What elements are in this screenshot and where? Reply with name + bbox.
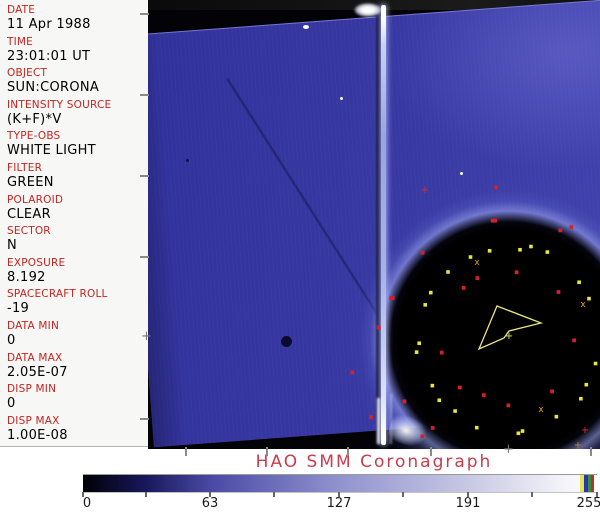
colorbar-tick-label: 0 [82,496,92,511]
field-label: DATA MAX [7,351,63,364]
colorbar-tick [273,492,276,497]
field-label: DISP MAX [7,414,60,427]
metadata-field: SPACECRAFT ROLL -19 [7,288,148,320]
field-value: 11 Apr 1988 [7,17,91,32]
colorbar-tick-label: 127 [326,496,352,511]
image-spot [460,172,463,175]
metadata-field: INTENSITY SOURCE (K+F)*V [7,99,148,131]
field-label: FILTER [7,161,43,174]
field-value: 0 [7,332,16,348]
metadata-field: DISP MAX 1.00E-08 [7,415,148,447]
field-label: DATE [7,4,36,16]
metadata-field: DATA MAX 2.05E-07 [7,352,148,384]
field-label: DISP MIN [7,383,57,396]
image-spot [303,25,309,29]
field-value: CLEAR [7,206,51,222]
field-value: SUN:CORONA [7,80,100,96]
ruler-plus-mark: + [141,329,152,344]
metadata-field: DATA MIN 0 [7,320,148,352]
image-spot [340,97,343,100]
field-label: TYPE-OBS [7,130,61,143]
field-value: N [7,238,18,254]
field-label: TIME [7,35,34,48]
metadata-field: TIME 23:01:01 UT [7,36,148,68]
image-spot [186,159,189,162]
metadata-field: EXPOSURE 8.192 [7,257,148,289]
coronagraph-viewer-window: DATE 11 Apr 1988 TIME 23:01:01 UT OBJECT… [0,0,600,512]
field-value: 8.192 [7,269,46,285]
bright-line-bottom-streak [377,398,380,444]
colorbar-marker-stripe [591,475,594,492]
field-label: SPACECRAFT ROLL [7,288,108,301]
field-label: DATA MIN [7,319,59,332]
ruler-tick [140,94,149,96]
ruler-tick [185,447,187,456]
field-value: -19 [7,301,30,317]
colorbar-tick-label: 63 [201,496,219,511]
metadata-field: OBJECT SUN:CORONA [7,67,148,99]
metadata-field: DISP MIN 0 [7,383,148,415]
metadata-field: FILTER GREEN [7,162,148,194]
ruler-tick [266,447,268,456]
image-viewport: x x x + + + + [148,0,600,449]
field-value: GREEN [7,174,54,190]
ruler-tick [140,13,149,15]
ruler-tick [140,175,149,177]
field-label: POLAROID [7,193,64,206]
field-label: INTENSITY SOURCE [7,98,112,111]
colorbar [83,474,597,493]
field-label: EXPOSURE [7,256,66,269]
colorbar-tick [145,492,148,497]
field-value: 2.05E-07 [7,364,68,380]
colorbar-tick-label: 191 [455,496,481,511]
field-value: 23:01:01 UT [7,48,91,64]
field-value: (K+F)*V [7,111,62,127]
field-value: 0 [7,396,16,412]
ruler-tick [590,447,592,456]
colorbar-tick [402,492,405,497]
ruler-tick [347,447,349,456]
metadata-field: TYPE-OBS WHITE LIGHT [7,130,148,162]
field-value: WHITE LIGHT [7,143,96,159]
bright-line-top-glow [354,3,382,17]
field-label: OBJECT [7,67,48,80]
image-caption: HAO SMM Coronagraph [255,452,493,472]
field-label: SECTOR [7,225,51,238]
image-spot [281,336,292,347]
ruler-tick [140,418,149,420]
colorbar-tick [531,492,534,497]
metadata-panel: DATE 11 Apr 1988 TIME 23:01:01 UT OBJECT… [0,0,148,447]
ruler-tick [140,256,149,258]
metadata-field: SECTOR N [7,225,148,257]
bright-vertical-line [381,5,386,445]
field-value: 1.00E-08 [7,427,68,443]
metadata-field: DATE 11 Apr 1988 [7,4,148,36]
colorbar-tick-label: 255 [576,496,600,511]
metadata-field: POLAROID CLEAR [7,194,148,226]
ruler-tick [430,447,432,456]
ruler-plus-mark: + [503,442,514,457]
